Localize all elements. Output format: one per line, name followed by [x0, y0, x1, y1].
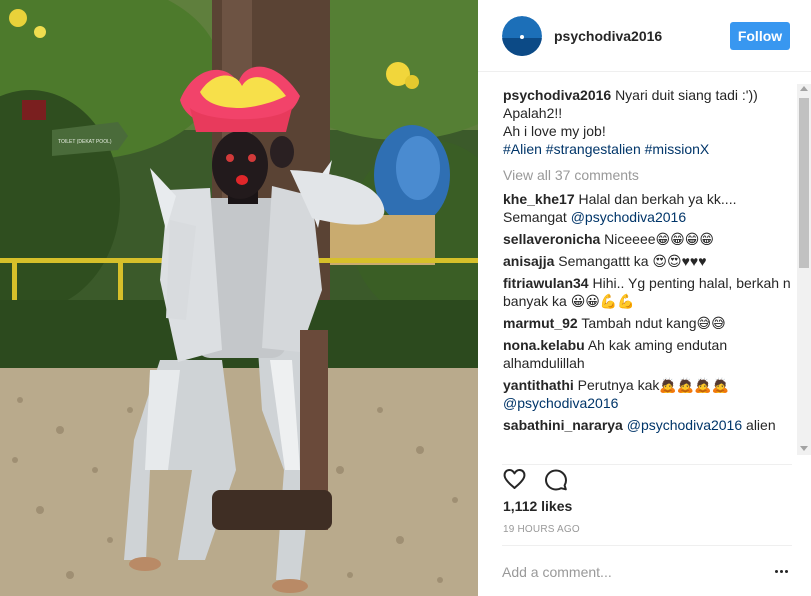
comment-item: fitriawulan34 Hihi.. Yg penting halal, b… — [503, 274, 793, 310]
comment-text: Tambah ndut kang😅😅 — [581, 315, 726, 331]
comment-bubble-icon[interactable] — [544, 467, 568, 491]
more-options-icon[interactable] — [775, 570, 789, 574]
scrollbar-thumb[interactable] — [799, 98, 809, 268]
post-actions — [502, 464, 792, 492]
comment-item: nona.kelabu Ah kak aming endutan alhamdu… — [503, 336, 793, 372]
comment-text: alien — [742, 417, 776, 433]
avatar[interactable] — [502, 16, 542, 56]
view-all-comments-link[interactable]: View all 37 comments — [503, 166, 793, 184]
scroll-down-arrow-icon[interactable] — [800, 446, 808, 451]
comment-username[interactable]: khe_khe17 — [503, 191, 575, 207]
caption-username[interactable]: psychodiva2016 — [503, 87, 611, 103]
sign-text: TOILET (DEKAT POOL) — [58, 139, 112, 145]
comment-item: yantithathi Perutnya kak🙇🙇🙇🙇 @psychodiva… — [503, 376, 793, 412]
comment-username[interactable]: anisajja — [503, 253, 554, 269]
post-sidebar: psychodiva2016 Follow psychodiva2016 Nya… — [478, 0, 811, 596]
caption-text-1: Nyari duit siang tadi :')) — [615, 87, 758, 103]
header-username[interactable]: psychodiva2016 — [554, 28, 662, 44]
post-caption: psychodiva2016 Nyari duit siang tadi :')… — [503, 86, 793, 158]
caption-text-2: Apalah2!! — [503, 105, 563, 121]
comment-username[interactable]: marmut_92 — [503, 315, 578, 331]
comment-mention[interactable]: @psychodiva2016 — [571, 209, 686, 225]
photo-illustration: TOILET (DEKAT POOL) — [0, 0, 478, 596]
comment-item: khe_khe17 Halal dan berkah ya kk.... Sem… — [503, 190, 793, 226]
caption-text-3: Ah i love my job! — [503, 123, 606, 139]
comment-username[interactable]: sellaveronicha — [503, 231, 600, 247]
comments-section[interactable]: psychodiva2016 Nyari duit siang tadi :')… — [478, 72, 811, 455]
comment-item: sellaveronicha Niceeee😁😁😁😁 — [503, 230, 793, 248]
comment-text: Semangattt ka 😍😍♥♥♥ — [558, 253, 707, 269]
comment-username[interactable]: fitriawulan34 — [503, 275, 589, 291]
comments-scrollbar[interactable] — [797, 84, 811, 455]
comment-username[interactable]: sabathini_nararya — [503, 417, 623, 433]
comment-username[interactable]: nona.kelabu — [503, 337, 585, 353]
post-timestamp[interactable]: 19 HOURS AGO — [503, 524, 580, 535]
instagram-post: TOILET (DEKAT POOL) psychodiva2016 Follo… — [0, 0, 811, 596]
post-photo[interactable]: TOILET (DEKAT POOL) — [0, 0, 478, 596]
comment-item: anisajja Semangattt ka 😍😍♥♥♥ — [503, 252, 793, 270]
add-comment-input[interactable] — [502, 562, 752, 582]
caption-line-1: psychodiva2016 Nyari duit siang tadi :')… — [503, 86, 793, 104]
comment-text: Perutnya kak🙇🙇🙇🙇 — [577, 377, 730, 393]
scroll-up-arrow-icon[interactable] — [800, 86, 808, 91]
comment-mention[interactable]: @psychodiva2016 — [627, 417, 742, 433]
comment-item: marmut_92 Tambah ndut kang😅😅 — [503, 314, 793, 332]
follow-button[interactable]: Follow — [730, 22, 790, 50]
likes-count[interactable]: 1,112 likes — [503, 498, 572, 514]
comments-list: psychodiva2016 Nyari duit siang tadi :')… — [503, 86, 793, 438]
comment-username[interactable]: yantithathi — [503, 377, 574, 393]
comment-text: Niceeee😁😁😁😁 — [604, 231, 714, 247]
avatar-image — [502, 16, 542, 56]
comment-item: sabathini_nararya @psychodiva2016 alien — [503, 416, 793, 434]
add-comment-row — [502, 545, 792, 596]
comment-mention[interactable]: @psychodiva2016 — [503, 395, 618, 411]
post-header: psychodiva2016 Follow — [478, 0, 811, 72]
caption-hashtags[interactable]: #Alien #strangestalien #missionX — [503, 140, 793, 158]
heart-icon[interactable] — [502, 467, 527, 491]
